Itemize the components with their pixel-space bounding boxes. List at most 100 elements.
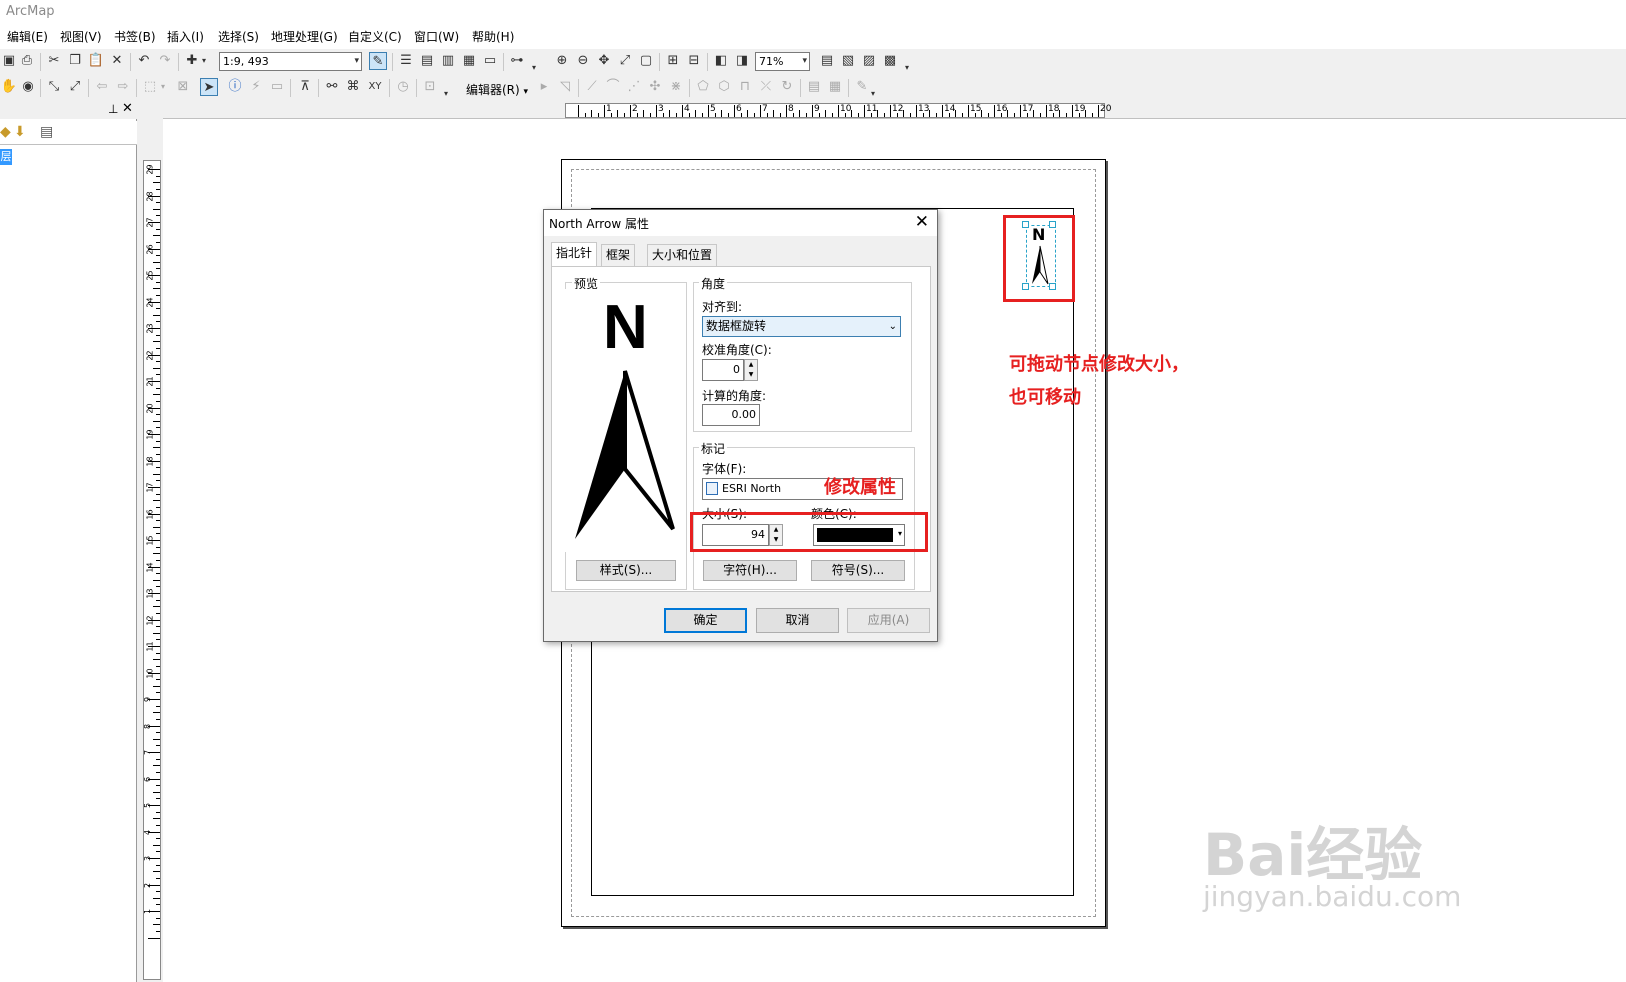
close-icon[interactable]: ✕	[915, 212, 929, 232]
layers-item[interactable]: 层	[0, 149, 12, 165]
tab-size-position[interactable]: 大小和位置	[647, 244, 718, 266]
zoom-in-layout-icon[interactable]: ⊕	[553, 52, 571, 70]
select-features-icon[interactable]: ⬚	[141, 78, 159, 96]
editor-menu[interactable]: 编辑器(R) ▾	[466, 81, 528, 98]
save-icon[interactable]: ▣	[0, 52, 18, 70]
find-binoculars-icon[interactable]: ⚯	[323, 78, 341, 96]
menu-windows[interactable]: 窗口(W)	[414, 28, 459, 45]
print-icon[interactable]: ⎙	[18, 52, 36, 70]
menu-insert[interactable]: 插入(I)	[167, 28, 204, 45]
ruler-tick	[156, 559, 160, 561]
python-window-icon[interactable]: ▭	[481, 52, 499, 70]
search-window-icon[interactable]: ▥	[439, 52, 457, 70]
symbol-button[interactable]: 符号(S)...	[811, 560, 905, 581]
edit-annotation-icon[interactable]: ◹	[556, 78, 574, 96]
ruler-tick	[156, 361, 160, 363]
full-extent-globe-icon[interactable]: ◉	[19, 78, 37, 96]
zoom-out-layout-icon[interactable]: ⊖	[574, 52, 592, 70]
back-extent-icon[interactable]: ◧	[712, 52, 730, 70]
delete-icon[interactable]: ✕	[108, 52, 126, 70]
sketch-properties-icon[interactable]: ▦	[826, 78, 844, 96]
go-back-icon[interactable]: ⇦	[93, 78, 111, 96]
find-route-icon[interactable]: ⌘	[344, 78, 362, 96]
menu-bookmarks[interactable]: 书签(B)	[114, 28, 156, 45]
focus-data-frame-icon[interactable]: ▧	[839, 52, 857, 70]
endpoint-arc-icon[interactable]: ⌒	[604, 78, 622, 96]
viewer-window-icon[interactable]: ⊡	[421, 78, 439, 96]
editor-toolbar-icon[interactable]: ✎	[369, 52, 387, 70]
select-elements-arrow-icon[interactable]: ➤	[200, 78, 218, 96]
toolbar-separator	[848, 79, 849, 97]
style-button[interactable]: 样式(S)...	[576, 560, 676, 581]
fixed-zoom-out-icon[interactable]: ⊟	[685, 52, 703, 70]
split-icon[interactable]: ⤫	[757, 78, 775, 96]
go-to-xy-icon[interactable]: XY	[366, 78, 384, 96]
ruler-number: 8	[788, 104, 794, 114]
paste-icon[interactable]: 📋	[87, 52, 105, 70]
options-icon[interactable]: ▤	[40, 124, 53, 140]
straight-segment-icon[interactable]: ⟋	[583, 78, 601, 96]
copy-icon[interactable]: ❐	[66, 52, 84, 70]
trace-icon[interactable]: ⋰	[625, 78, 643, 96]
menu-edit[interactable]: 编辑(E)	[7, 28, 48, 45]
catalog-icon[interactable]: ▤	[418, 52, 436, 70]
edit-vertices-icon[interactable]: ⬠	[694, 78, 712, 96]
list-by-source-icon[interactable]: ⬇	[14, 124, 26, 140]
cut-icon[interactable]: ✂	[45, 52, 63, 70]
character-button[interactable]: 字符(H)...	[703, 560, 797, 581]
map-scale-combo[interactable]: 1:9, 493 ▾	[219, 52, 362, 71]
add-data-dropdown-icon[interactable]: ▾	[199, 52, 209, 70]
tab-north-arrow[interactable]: 指北针	[551, 242, 598, 266]
point-icon[interactable]: ✣	[646, 78, 664, 96]
time-slider-icon[interactable]: ◷	[394, 78, 412, 96]
model-builder-icon[interactable]: ⊶	[508, 52, 526, 70]
arctoolbox-icon[interactable]: ▦	[460, 52, 478, 70]
ruler-tick	[156, 745, 160, 747]
zoom-100-icon[interactable]: ▢	[637, 52, 655, 70]
tab-frame[interactable]: 框架	[601, 244, 636, 266]
ok-button[interactable]: 确定	[664, 608, 747, 633]
table-of-contents-icon[interactable]: ☰	[397, 52, 415, 70]
ruler-tick	[156, 546, 160, 548]
calibration-stepper[interactable]: ▲ ▼	[744, 359, 758, 381]
forward-extent-icon[interactable]: ◨	[733, 52, 751, 70]
select-dropdown-icon[interactable]: ▾	[159, 78, 167, 96]
zoom-whole-page-icon[interactable]: ⤢	[616, 52, 634, 70]
fixed-zoom-out-map-icon[interactable]: ⤢	[66, 78, 84, 96]
fixed-zoom-in-icon[interactable]: ⊞	[664, 52, 682, 70]
clear-selection-icon[interactable]: ⊠	[174, 78, 192, 96]
pan-layout-icon[interactable]: ✥	[595, 52, 613, 70]
menu-view[interactable]: 视图(V)	[60, 28, 102, 45]
go-forward-icon[interactable]: ⇨	[114, 78, 132, 96]
measure-icon[interactable]: ⊼	[296, 78, 314, 96]
hand-pan-icon[interactable]: ✋	[0, 78, 18, 96]
menu-customize[interactable]: 自定义(C)	[348, 28, 402, 45]
close-icon[interactable]: ✕	[122, 101, 133, 116]
toggle-draft-mode-icon[interactable]: ▤	[818, 52, 836, 70]
cancel-button[interactable]: 取消	[756, 608, 839, 633]
menu-selection[interactable]: 选择(S)	[218, 28, 259, 45]
change-layout-icon[interactable]: ▨	[860, 52, 878, 70]
menu-geoprocessing[interactable]: 地理处理(G)	[271, 28, 338, 45]
align-select[interactable]: 数据框旋转 ⌄	[702, 316, 901, 337]
menu-help[interactable]: 帮助(H)	[472, 28, 514, 45]
reshape-feature-icon[interactable]: ⬡	[715, 78, 733, 96]
edit-tool-icon[interactable]: ▸	[535, 78, 553, 96]
apply-button[interactable]: 应用(A)	[847, 608, 930, 633]
fixed-zoom-in-map-icon[interactable]: ⤡	[45, 78, 63, 96]
ruler-number: 22	[145, 349, 155, 361]
identify-icon[interactable]: ⓘ	[226, 78, 244, 96]
pin-icon[interactable]: ⊥	[108, 102, 118, 116]
data-driven-pages-icon[interactable]: ▩	[881, 52, 899, 70]
zoom-percent-combo[interactable]: 71% ▾	[755, 52, 810, 71]
redo-icon[interactable]: ↷	[156, 52, 174, 70]
attributes-icon[interactable]: ▤	[805, 78, 823, 96]
calibration-input[interactable]: 0	[702, 359, 744, 381]
html-popup-icon[interactable]: ▭	[268, 78, 286, 96]
snapping-icon[interactable]: ⋇	[667, 78, 685, 96]
hyperlink-icon[interactable]: ⚡	[247, 78, 265, 96]
rotate-icon[interactable]: ↻	[778, 78, 796, 96]
undo-icon[interactable]: ↶	[135, 52, 153, 70]
list-by-drawing-order-icon[interactable]: ◆	[0, 124, 11, 140]
cut-polygons-icon[interactable]: ⊓	[736, 78, 754, 96]
